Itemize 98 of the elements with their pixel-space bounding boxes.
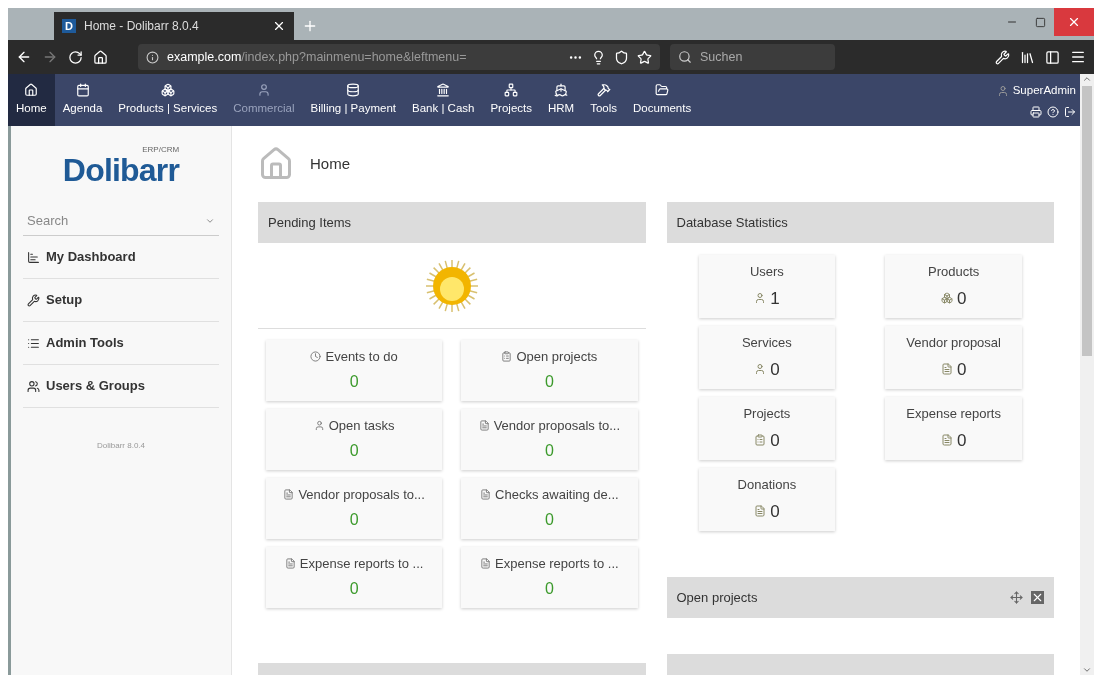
box-title: Database Statistics [676,213,788,232]
tile-icon [754,292,767,305]
top-menu-item[interactable]: Bank | Cash [404,74,483,126]
box-title: Open projects [676,588,758,607]
sun-icon [424,258,479,313]
star-icon[interactable] [637,49,652,65]
tile-icon [480,558,492,569]
info-icon[interactable] [146,50,159,64]
menu-item-icon [27,293,40,307]
top-menu-item[interactable]: HRM [540,74,583,126]
tile-icon [940,363,953,376]
top-menu-item[interactable]: Billing | Payment [302,74,404,126]
user-name[interactable]: SuperAdmin [996,82,1076,100]
stat-tile[interactable]: Projects 0 [698,397,836,460]
tile-icon [754,434,767,447]
address-bar[interactable]: example.com/index.php?mainmenu=home&leftmenu= [138,44,660,70]
sidebar-item[interactable]: Setup [23,279,219,322]
page-title: Home [310,153,350,174]
tile-icon [754,505,767,518]
menu-item-icon [27,250,40,264]
tile-icon [478,420,490,431]
top-menu-item[interactable]: Products | Services [110,74,226,126]
reload-icon[interactable] [68,49,83,65]
tile-icon [940,292,953,305]
url-text: example.com/index.php?mainmenu=home&leftmenu= [167,48,468,66]
maximize-icon [1034,16,1046,28]
version-text: Dolibarr 8.0.4 [96,440,146,452]
stat-tile[interactable]: Services 0 [698,326,836,389]
tile-icon [313,420,325,431]
menu-item-icon [596,82,611,97]
logo-tagline: ERP/CRM [142,146,180,154]
library-icon[interactable] [1020,49,1035,65]
pending-tile[interactable]: Events to do 0 [266,340,443,401]
menu-item-icon [504,82,519,97]
user-icon [996,85,1009,97]
close-icon[interactable] [272,19,286,33]
pending-tile[interactable]: Vendor proposals to... 0 [461,409,638,470]
tile-icon [283,489,295,500]
stat-tile[interactable]: Products 0 [885,255,1022,318]
pending-tile[interactable]: Vendor proposals to... 0 [266,478,443,539]
search-icon [678,50,692,64]
menu-item-icon [27,379,40,393]
tile-icon [501,351,513,362]
top-menu-item[interactable]: Agenda [54,74,111,126]
stat-tile[interactable]: Donations 0 [698,468,836,531]
top-menu-item[interactable]: Projects [482,74,540,126]
box-title: Pending Items [268,213,352,232]
logo: Dolibarr [62,154,180,186]
lightbulb-icon[interactable] [591,49,606,65]
menu-item-icon [75,82,90,97]
tile-icon [940,434,953,447]
tile-icon [310,351,322,362]
close-icon [1067,15,1081,29]
menu-item-icon [256,82,271,97]
tile-icon [284,558,296,569]
menu-item-icon [554,82,569,97]
sidebar-icon[interactable] [1045,49,1060,65]
scroll-up-icon[interactable] [1082,74,1092,84]
menu-item-icon [655,82,670,97]
sidebar-item[interactable]: Admin Tools [23,322,219,365]
menu-item-icon [24,82,39,97]
stat-tile[interactable]: Users 1 [698,255,836,318]
stat-tile[interactable]: Expense reports 0 [885,397,1022,460]
favicon: D [62,19,76,33]
menu-item-icon [346,82,361,97]
home-icon[interactable] [93,49,108,65]
stat-tile[interactable]: Vendor proposal 0 [885,326,1022,389]
menu-item-icon [27,336,40,350]
help-icon[interactable] [1047,105,1059,118]
back-icon[interactable] [16,49,32,65]
menu-item-icon [160,82,175,97]
search-field[interactable]: Suchen [670,44,835,70]
move-icon[interactable] [1010,591,1023,604]
wrench-icon[interactable] [995,49,1010,65]
search-placeholder: Suchen [700,48,743,66]
tab-title: Home - Dolibarr 8.0.4 [84,18,200,35]
scrollbar[interactable] [1080,74,1094,675]
sidebar-item[interactable]: My Dashboard [23,236,219,279]
pending-tile[interactable]: Open projects 0 [461,340,638,401]
house-icon [258,146,294,182]
menu-item-icon [436,82,451,97]
search-placeholder: Search [27,211,69,230]
browser-tab[interactable]: D Home - Dolibarr 8.0.4 [54,12,294,40]
forward-icon[interactable] [42,49,58,65]
pending-tile[interactable]: Open tasks 0 [266,409,443,470]
scroll-down-icon[interactable] [1082,665,1092,675]
pending-tile[interactable]: Expense reports to ... 0 [266,547,443,608]
pending-tile[interactable]: Expense reports to ... 0 [461,547,638,608]
top-menu-item[interactable]: Documents [625,74,700,126]
tile-icon [480,489,492,500]
print-icon[interactable] [1030,105,1042,118]
sidebar-item[interactable]: Users & Groups [23,365,219,408]
logout-icon[interactable] [1064,105,1076,118]
top-menu-item[interactable]: Home [8,74,55,126]
tile-icon [754,363,767,376]
top-menu-item[interactable]: Tools [582,74,626,126]
pending-tile[interactable]: Checks awaiting de... 0 [461,478,638,539]
menu-icon[interactable] [1070,49,1086,65]
